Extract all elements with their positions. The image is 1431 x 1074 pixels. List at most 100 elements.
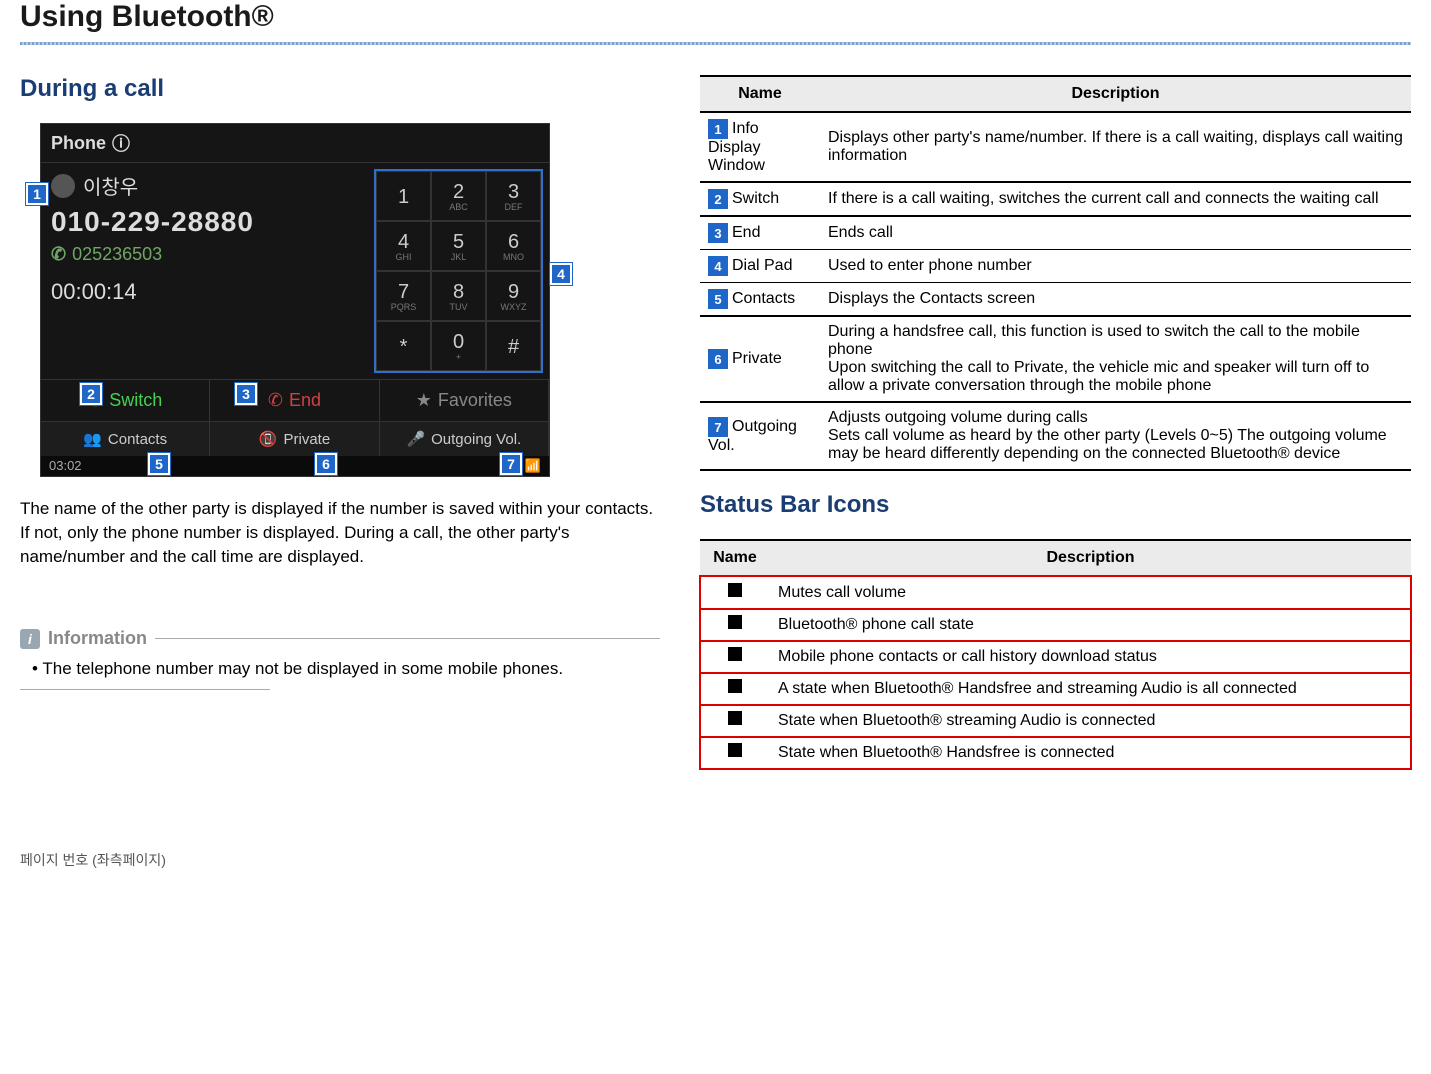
table-row: 6Private During a handsfree call, this f…	[700, 316, 1411, 402]
key-0[interactable]: 0+	[431, 321, 486, 371]
status-icon	[728, 615, 742, 629]
status-clock: 03:02	[49, 458, 82, 474]
row-name: End	[732, 224, 760, 241]
private-button[interactable]: 📵Private	[210, 422, 379, 456]
status-icon	[728, 679, 742, 693]
table-row: 1Info Display Window Displays other part…	[700, 112, 1411, 182]
contacts-button[interactable]: 👥Contacts	[41, 422, 210, 456]
information-block: i Information • The telephone number may…	[20, 628, 660, 690]
phone-down-icon: ✆	[268, 390, 283, 411]
row-desc: Displays the Contacts screen	[820, 283, 1411, 317]
phone-screen: Phone ⓘ 이창우 010-229-28880 ✆ 025236503	[40, 123, 550, 477]
sub-number: 025236503	[72, 244, 162, 265]
status-icon	[728, 711, 742, 725]
information-title: Information	[48, 628, 147, 649]
row-desc: Used to enter phone number	[820, 250, 1411, 283]
callout-1: 1	[26, 183, 48, 205]
row-badge: 1	[708, 119, 728, 139]
phone-number: 010-229-28880	[51, 206, 358, 238]
table-row: Mutes call volume	[700, 576, 1411, 609]
status-th-name: Name	[700, 540, 770, 576]
phone-header: Phone ⓘ	[41, 124, 549, 163]
star-icon: ★	[416, 390, 432, 411]
during-call-body-text: The name of the other party is displayed…	[20, 497, 660, 568]
status-desc: Bluetooth® phone call state	[770, 609, 1411, 641]
favorites-button[interactable]: ★Favorites	[380, 380, 549, 421]
table-row: A state when Bluetooth® Handsfree and st…	[700, 673, 1411, 705]
status-th-desc: Description	[770, 540, 1411, 576]
table-row: Bluetooth® phone call state	[700, 609, 1411, 641]
row-name: Dial Pad	[732, 257, 792, 274]
phone-info-panel: 이창우 010-229-28880 ✆ 025236503 00:00:14	[41, 163, 368, 379]
status-icon	[728, 743, 742, 757]
status-icons-table: Name Description Mutes call volume Bluet…	[700, 539, 1411, 770]
callout-5: 5	[148, 453, 170, 475]
row-name: Contacts	[732, 290, 795, 307]
page-footer: 페이지 번호 (좌측페이지)	[20, 850, 1411, 870]
dial-keypad: 1 2ABC 3DEF 4GHI 5JKL 6MNO 7PQRS 8TUV	[374, 169, 543, 373]
phone-header-label: Phone	[51, 133, 106, 154]
call-icon: ✆	[51, 244, 66, 265]
status-desc: A state when Bluetooth® Handsfree and st…	[770, 673, 1411, 705]
key-9[interactable]: 9WXYZ	[486, 271, 541, 321]
callout-2: 2	[80, 383, 102, 405]
key-2[interactable]: 2ABC	[431, 171, 486, 221]
key-3[interactable]: 3DEF	[486, 171, 541, 221]
table-row: State when Bluetooth® Handsfree is conne…	[700, 737, 1411, 770]
person-icon	[51, 174, 75, 198]
callout-4: 4	[550, 263, 572, 285]
information-header: i Information	[20, 628, 660, 649]
key-5[interactable]: 5JKL	[431, 221, 486, 271]
status-icon	[728, 647, 742, 661]
right-column: Name Description 1Info Display Window Di…	[700, 75, 1411, 770]
during-call-heading: During a call	[20, 75, 660, 103]
bottom-button-row: 👥Contacts 📵Private 🎤Outgoing Vol.	[41, 421, 549, 456]
row-desc: If there is a call waiting, switches the…	[820, 182, 1411, 216]
table-row: 3End Ends call	[700, 216, 1411, 250]
title-underline	[20, 42, 1411, 45]
key-4[interactable]: 4GHI	[376, 221, 431, 271]
callout-6: 6	[315, 453, 337, 475]
status-desc: Mutes call volume	[770, 576, 1411, 609]
contacts-icon: 👥	[83, 430, 102, 448]
information-divider	[155, 638, 660, 639]
key-star[interactable]: *	[376, 321, 431, 371]
row-badge: 5	[708, 289, 728, 309]
sub-number-row: ✆ 025236503	[51, 244, 358, 265]
content-columns: During a call Phone ⓘ 이창우 010-229-28880	[20, 75, 1411, 770]
key-6[interactable]: 6MNO	[486, 221, 541, 271]
information-bottom-line	[20, 689, 270, 690]
private-icon: 📵	[259, 430, 278, 448]
phone-main: 이창우 010-229-28880 ✆ 025236503 00:00:14 1…	[41, 163, 549, 379]
table-row: 4Dial Pad Used to enter phone number	[700, 250, 1411, 283]
key-8[interactable]: 8TUV	[431, 271, 486, 321]
row-badge: 4	[708, 256, 728, 276]
contact-name: 이창우	[83, 171, 138, 200]
row-badge: 2	[708, 189, 728, 209]
status-icon	[728, 583, 742, 597]
row-badge: 3	[708, 223, 728, 243]
outgoing-vol-button[interactable]: 🎤Outgoing Vol.	[380, 422, 549, 456]
status-desc: State when Bluetooth® streaming Audio is…	[770, 705, 1411, 737]
page-title: Using Bluetooth®	[20, 0, 1411, 34]
switch-button[interactable]: ✆Switch	[41, 380, 210, 421]
row-badge: 7	[708, 417, 728, 437]
row-desc: Adjusts outgoing volume during calls Set…	[820, 402, 1411, 470]
left-column: During a call Phone ⓘ 이창우 010-229-28880	[20, 75, 660, 770]
key-hash[interactable]: #	[486, 321, 541, 371]
table-row: 7Outgoing Vol. Adjusts outgoing volume d…	[700, 402, 1411, 470]
status-bar-icons-heading: Status Bar Icons	[700, 491, 1411, 519]
callout-3: 3	[235, 383, 257, 405]
table-row: Mobile phone contacts or call history do…	[700, 641, 1411, 673]
row-name: Switch	[732, 190, 779, 207]
row-desc: During a handsfree call, this function i…	[820, 316, 1411, 402]
row-desc: Ends call	[820, 216, 1411, 250]
desc-th-name: Name	[700, 76, 820, 112]
callout-7: 7	[500, 453, 522, 475]
key-1[interactable]: 1	[376, 171, 431, 221]
contact-row: 이창우	[51, 171, 358, 200]
key-7[interactable]: 7PQRS	[376, 271, 431, 321]
row-badge: 6	[708, 349, 728, 369]
info-icon: ⓘ	[112, 130, 130, 156]
status-desc: Mobile phone contacts or call history do…	[770, 641, 1411, 673]
